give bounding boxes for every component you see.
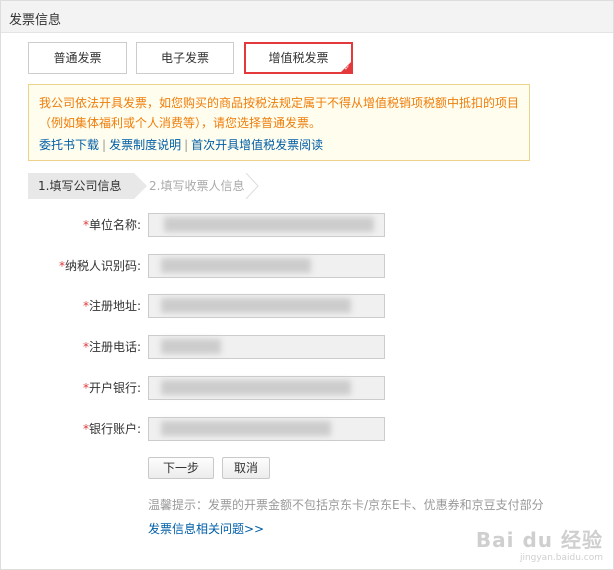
field-bank-name: *开户银行: [1, 376, 614, 400]
tab-normal-invoice[interactable]: 普通发票 [28, 42, 127, 74]
taxpayer-id-input[interactable] [148, 254, 385, 278]
step-company-info: 1.填写公司信息 [28, 173, 147, 199]
field-bank-account: *银行账户: [1, 417, 614, 441]
link-invoice-policy[interactable]: 发票制度说明 [109, 138, 181, 152]
registered-address-input[interactable] [148, 294, 385, 318]
baidu-jingyan-watermark: Bai du 经验 jingyan.baidu.com [476, 524, 603, 563]
field-taxpayer-id: *纳税人识别码: [1, 254, 614, 278]
link-authorization-download[interactable]: 委托书下载 [39, 138, 99, 152]
link-separator: | [184, 138, 189, 152]
field-label: *注册地址: [83, 294, 141, 318]
field-label: *注册电话: [83, 335, 141, 359]
field-label: *银行账户: [83, 417, 141, 441]
link-first-vat-guide[interactable]: 首次开具增值税发票阅读 [191, 138, 323, 152]
tab-vat-invoice[interactable]: 增值税发票 ✓ [244, 42, 353, 74]
company-name-input[interactable] [148, 213, 385, 237]
tab-vat-invoice-label: 增值税发票 [268, 51, 329, 65]
notice-warning-line1: 我公司依法开具发票，如您购买的商品按税法规定属于不得从增值税销项税额中抵扣的项目 [39, 96, 520, 110]
field-label-text: 开户银行: [88, 381, 141, 395]
dialog-title: 发票信息 [9, 13, 62, 28]
field-registered-phone: *注册电话: [1, 335, 614, 359]
bank-account-input[interactable] [148, 417, 385, 441]
registered-phone-input[interactable] [148, 335, 385, 359]
notice-warning-line2: （例如集体福利或个人消费等），请您选择普通发票。 [39, 116, 322, 130]
field-label: *单位名称: [83, 213, 141, 237]
field-company-name: *单位名称: [1, 213, 614, 237]
step-recipient-info: 2.填写收票人信息 [149, 173, 259, 199]
tab-electronic-invoice[interactable]: 电子发票 [136, 42, 234, 74]
step-company-info-label: 1.填写公司信息 [38, 179, 122, 193]
invoice-dialog: 发票信息 普通发票 电子发票 增值税发票 ✓ 我公司依法开具发票，如您购买的商品… [0, 0, 614, 570]
field-label-text: 注册电话: [88, 340, 141, 354]
dialog-titlebar: 发票信息 [1, 1, 613, 33]
field-label: *纳税人识别码: [59, 254, 141, 278]
link-separator: | [102, 138, 107, 152]
notice-links: 委托书下载 | 发票制度说明 | 首次开具增值税发票阅读 [39, 135, 519, 155]
field-label-text: 银行账户: [88, 422, 141, 436]
field-label: *开户银行: [83, 376, 141, 400]
check-icon: ✓ [344, 64, 350, 72]
field-label-text: 注册地址: [88, 299, 141, 313]
cancel-button[interactable]: 取消 [222, 457, 270, 479]
watermark-logo: Bai du 经验 [475, 528, 603, 552]
invoice-faq-link[interactable]: 发票信息相关问题>> [148, 520, 264, 537]
step-arrow-icon [134, 173, 147, 199]
step-recipient-info-label: 2.填写收票人信息 [149, 179, 245, 193]
chevron-right-icon [245, 173, 259, 199]
field-label-text: 单位名称: [88, 218, 141, 232]
vat-notice: 我公司依法开具发票，如您购买的商品按税法规定属于不得从增值税销项税额中抵扣的项目… [28, 84, 530, 161]
next-step-button[interactable]: 下一步 [148, 457, 214, 479]
field-registered-address: *注册地址: [1, 294, 614, 318]
watermark-url: jingyan.baidu.com [519, 553, 603, 563]
field-label-text: 纳税人识别码: [64, 259, 141, 273]
bank-name-input[interactable] [148, 376, 385, 400]
step-indicator: 1.填写公司信息 2.填写收票人信息 [28, 173, 278, 199]
invoice-tip: 温馨提示：发票的开票金额不包括京东卡/京东E卡、优惠券和京豆支付部分 [148, 498, 544, 512]
